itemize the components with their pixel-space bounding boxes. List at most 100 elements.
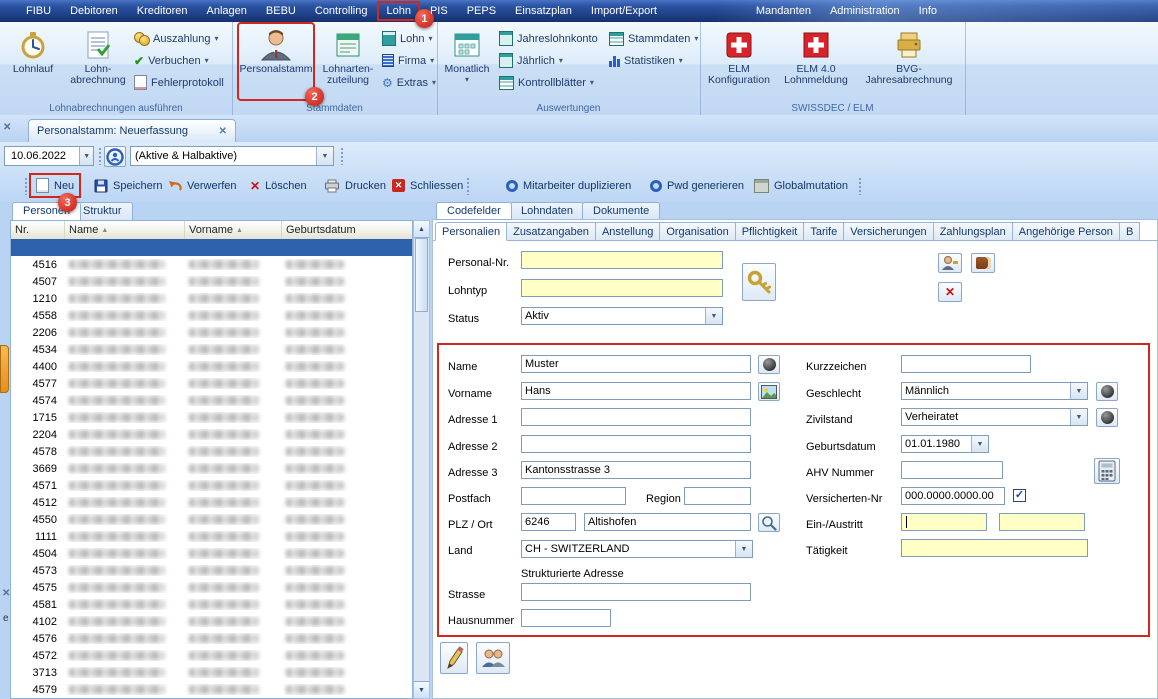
versicherten-nr-input[interactable]: [901, 487, 1005, 505]
austritt-input[interactable]: [999, 513, 1085, 531]
column-header-nr[interactable]: Nr.: [11, 221, 65, 239]
tab-struktur[interactable]: Struktur: [72, 202, 133, 221]
personal-nr-input[interactable]: [521, 251, 723, 269]
monatlich-button[interactable]: Monatlich ▾: [440, 23, 494, 100]
remove-button[interactable]: ✕: [938, 282, 962, 302]
table-row[interactable]: 4579: [11, 681, 412, 698]
tab-versicherungen[interactable]: Versicherungen: [844, 222, 933, 241]
neu-button[interactable]: Neu 3: [30, 174, 80, 197]
toolbar-grip[interactable]: [98, 147, 102, 165]
zivilstand-lookup-button[interactable]: [1096, 408, 1118, 427]
dropdown-arrow-icon[interactable]: ▼: [1070, 383, 1087, 399]
menu-pis[interactable]: PIS: [422, 2, 456, 20]
geburtsdatum-picker[interactable]: 01.01.1980 ▼: [901, 435, 989, 453]
table-row[interactable]: 4504: [11, 545, 412, 562]
photo-button[interactable]: [758, 382, 780, 401]
menu-fibu[interactable]: FIBU: [18, 2, 59, 20]
kontrollblaetter-button[interactable]: Kontrollblätter ▾: [499, 72, 594, 93]
globalmutation-button[interactable]: Globalmutation: [748, 174, 854, 197]
verbuchen-button[interactable]: ✔ Verbuchen ▾: [134, 50, 209, 71]
employee-access-button[interactable]: [938, 253, 962, 273]
tab-clipped[interactable]: B: [1120, 222, 1140, 241]
table-row[interactable]: 4573: [11, 562, 412, 579]
plz-input[interactable]: [521, 513, 576, 531]
active-filter-select[interactable]: (Aktive & Halbaktive) ▼: [130, 146, 334, 166]
menu-debitoren[interactable]: Debitoren: [62, 2, 126, 20]
address-book-button[interactable]: [971, 253, 995, 273]
pwd-generieren-button[interactable]: Pwd generieren: [644, 174, 750, 197]
dropdown-arrow-icon[interactable]: ▼: [705, 308, 722, 324]
menu-info[interactable]: Info: [911, 2, 945, 20]
jahreslohnkonto-button[interactable]: Jahreslohnkonto: [499, 28, 598, 49]
name-input[interactable]: [521, 355, 751, 373]
stammdaten-report-button[interactable]: Stammdaten ▾: [609, 28, 698, 49]
date-input[interactable]: [9, 149, 79, 163]
dropdown-arrow-icon[interactable]: ▼: [316, 147, 333, 165]
table-row[interactable]: 4558: [11, 307, 412, 324]
tab-pflichtigkeit[interactable]: Pflichtigkeit: [736, 222, 805, 241]
geschlecht-lookup-button[interactable]: [1096, 382, 1118, 401]
tab-zahlungsplan[interactable]: Zahlungsplan: [934, 222, 1013, 241]
table-row[interactable]: 4102: [11, 613, 412, 630]
vorname-input[interactable]: [521, 382, 751, 400]
menu-import-export[interactable]: Import/Export: [583, 2, 665, 20]
lohn-button[interactable]: Lohn ▾: [382, 28, 433, 49]
dock-tab-orange[interactable]: [0, 345, 9, 393]
table-row[interactable]: 4534: [11, 341, 412, 358]
document-tab-personalstamm[interactable]: Personalstamm: Neuerfassung ✕: [28, 119, 236, 142]
family-members-button[interactable]: [476, 642, 510, 674]
fehlerprotokoll-button[interactable]: Fehlerprotokoll: [134, 72, 224, 93]
table-row[interactable]: 4507: [11, 273, 412, 290]
taetigkeit-input[interactable]: [901, 539, 1088, 557]
geschlecht-select[interactable]: Männlich ▼: [901, 382, 1088, 400]
toolbar-grip[interactable]: [340, 147, 344, 165]
tab-dokumente[interactable]: Dokumente: [582, 202, 660, 220]
scroll-down-icon[interactable]: ▼: [414, 681, 429, 698]
adresse1-input[interactable]: [521, 408, 751, 426]
table-row[interactable]: 1111: [11, 528, 412, 545]
ahv-nummer-input[interactable]: [901, 461, 1003, 479]
adresse3-input[interactable]: [521, 461, 751, 479]
menu-administration[interactable]: Administration: [822, 2, 908, 20]
table-row[interactable]: 1210: [11, 290, 412, 307]
tab-zusatzangaben[interactable]: Zusatzangaben: [507, 222, 596, 241]
dock-close-icon[interactable]: ✕: [3, 122, 11, 133]
tab-close-icon[interactable]: ✕: [219, 126, 227, 137]
menu-lohn[interactable]: Lohn 1: [378, 2, 418, 20]
table-row[interactable]: 3669: [11, 460, 412, 477]
toolbar-grip[interactable]: [466, 177, 470, 195]
menu-bebu[interactable]: BEBU: [258, 2, 304, 20]
scrollbar-thumb[interactable]: [415, 238, 428, 312]
tab-lohndaten[interactable]: Lohndaten: [510, 202, 584, 220]
table-row[interactable]: 4581: [11, 596, 412, 613]
table-row[interactable]: 4571: [11, 477, 412, 494]
tab-codefelder[interactable]: Codefelder: [436, 202, 512, 220]
statistiken-button[interactable]: Statistiken ▾: [609, 50, 683, 71]
ort-input[interactable]: [584, 513, 751, 531]
menu-einsatzplan[interactable]: Einsatzplan: [507, 2, 580, 20]
dropdown-arrow-icon[interactable]: ▼: [1070, 409, 1087, 425]
table-row[interactable]: 4572: [11, 647, 412, 664]
tab-organisation[interactable]: Organisation: [660, 222, 735, 241]
tab-anstellung[interactable]: Anstellung: [596, 222, 660, 241]
table-row[interactable]: 4512: [11, 494, 412, 511]
vertical-scrollbar[interactable]: ▲ ▼: [413, 220, 430, 699]
zivilstand-select[interactable]: Verheiratet ▼: [901, 408, 1088, 426]
table-row[interactable]: 4550: [11, 511, 412, 528]
table-row[interactable]: 4400: [11, 358, 412, 375]
lohnlauf-button[interactable]: Lohnlauf: [4, 23, 62, 100]
table-row-selected[interactable]: [11, 239, 412, 256]
table-row[interactable]: 2204: [11, 426, 412, 443]
lohnabrechnung-button[interactable]: Lohn- abrechnung: [66, 23, 130, 100]
drucken-button[interactable]: Drucken: [318, 174, 392, 197]
status-select[interactable]: Aktiv ▼: [521, 307, 723, 325]
dropdown-arrow-icon[interactable]: ▼: [79, 147, 93, 165]
kurzzeichen-input[interactable]: [901, 355, 1031, 373]
tab-personalien[interactable]: Personalien: [435, 222, 507, 241]
table-row[interactable]: 4516: [11, 256, 412, 273]
table-row[interactable]: 1715: [11, 409, 412, 426]
dropdown-arrow-icon[interactable]: ▼: [735, 541, 752, 557]
speichern-button[interactable]: Speichern: [88, 174, 169, 197]
table-row[interactable]: 4574: [11, 392, 412, 409]
column-header-vorname[interactable]: Vorname▲: [185, 221, 282, 239]
